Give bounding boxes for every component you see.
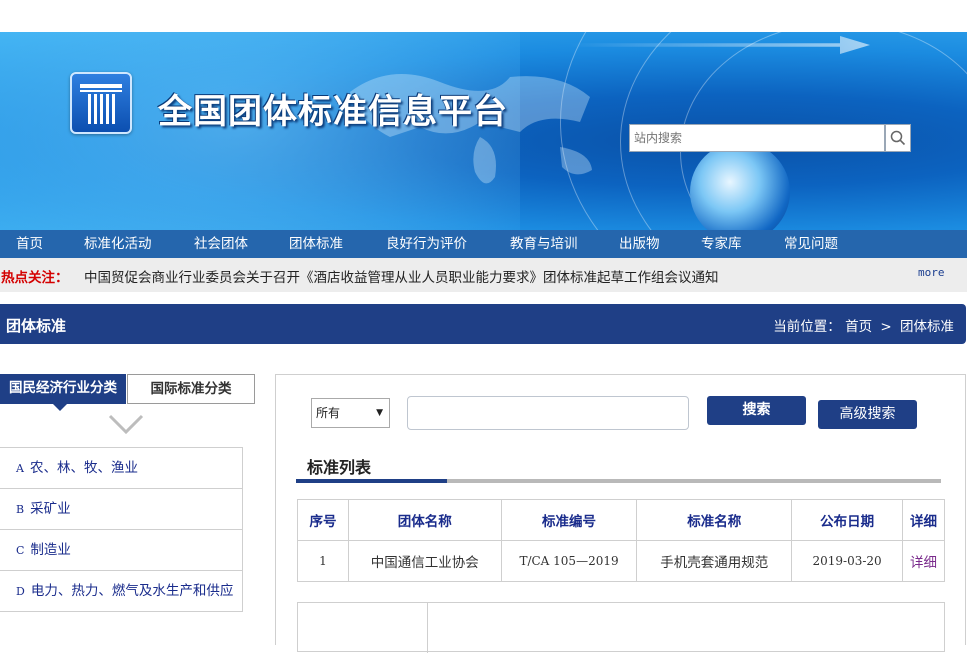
standards-table: 序号 团体名称 标准编号 标准名称 公布日期 详细 1 中国通信工业协会 T/C… [297,499,945,582]
list-title-rule [296,479,941,483]
site-search-input[interactable] [629,124,885,152]
tab-international[interactable]: 国际标准分类 [127,374,255,404]
hot-topics-label: 热点关注： [1,270,69,286]
row-standard-number: T/CA 105—2019 [500,540,638,582]
nav-item-standardization[interactable]: 标准化活动 [84,230,152,258]
table-row: 1 中国通信工业协会 T/CA 105—2019 手机壳套通用规范 2019-0… [297,540,945,582]
breadcrumb-separator: > [880,319,892,335]
breadcrumb-current[interactable]: 团体标准 [900,319,954,335]
site-title: 全国团体标准信息平台 [158,92,508,132]
logo-mark-icon [80,84,122,124]
column-header: 公布日期 [791,499,903,541]
list-title-rule-active [296,479,447,483]
hot-topic-link[interactable]: 中国贸促会商业行业委员会关于召开《酒店收益管理从业人员职业能力要求》团体标准起草… [84,266,719,286]
row-standard-name: 手机壳套通用规范 [636,540,793,582]
tab-national-industry[interactable]: 国民经济行业分类 [0,374,126,411]
nav-item-experts[interactable]: 专家库 [701,230,742,258]
nav-item-good-behavior[interactable]: 良好行为评价 [386,230,467,258]
hot-topics-bar: 热点关注： 中国贸促会商业行业委员会关于召开《酒店收益管理从业人员职业能力要求》… [0,258,967,292]
row-detail-link[interactable]: 详细 [902,540,945,582]
cell-divider [427,603,428,653]
category-code: D [16,585,25,598]
scope-select-value: 所有 [316,406,341,420]
category-name: 农、林、牧、渔业 [29,460,138,476]
section-header: 团体标准 当前位置： 首页 > 团体标准 [0,304,966,344]
nav-item-faq[interactable]: 常见问题 [784,230,838,258]
category-item[interactable]: D 电力、热力、燃气及水生产和供应 [0,571,243,612]
main-nav: 首页 标准化活动 社会团体 团体标准 良好行为评价 教育与培训 出版物 专家库 … [0,230,967,258]
table-header-row: 序号 团体名称 标准编号 标准名称 公布日期 详细 [297,499,945,541]
scope-select[interactable]: 所有 ▼ [311,398,390,428]
advanced-search-button[interactable]: 高级搜索 [818,400,917,429]
category-name: 电力、热力、燃气及水生产和供应 [30,583,234,599]
search-icon [890,130,906,146]
tab-national-industry-label: 国民经济行业分类 [9,380,117,396]
page-title: 团体标准 [6,317,67,335]
category-item[interactable]: B 采矿业 [0,489,243,530]
category-name: 制造业 [30,542,71,558]
breadcrumb: 当前位置： 首页 > 团体标准 [773,315,954,335]
breadcrumb-home[interactable]: 首页 [845,319,872,335]
category-item[interactable]: C 制造业 [0,530,243,571]
category-code: A [16,462,24,475]
row-index: 1 [297,540,349,582]
column-header: 标准名称 [636,499,793,541]
keyword-input[interactable] [407,396,689,430]
site-search [629,124,911,152]
tab-pointer [52,403,68,411]
expand-chevron[interactable] [108,414,144,438]
nav-item-social-groups[interactable]: 社会团体 [194,230,248,258]
site-logo[interactable] [70,72,132,134]
breadcrumb-prefix: 当前位置： [773,319,841,335]
nav-item-publications[interactable]: 出版物 [619,230,660,258]
more-link[interactable]: more [918,266,945,279]
nav-item-group-standards[interactable]: 团体标准 [289,230,343,258]
search-button[interactable]: 搜索 [707,396,806,425]
category-name: 采矿业 [30,501,71,517]
column-header: 详细 [902,499,945,541]
row-organization: 中国通信工业协会 [347,540,502,582]
category-code: B [16,503,25,516]
standards-panel: 所有 ▼ 搜索 高级搜索 标准列表 序号 团体名称 标准编号 标准名称 公布日期… [275,374,966,653]
nav-item-education[interactable]: 教育与培训 [510,230,578,258]
site-search-button[interactable] [885,124,911,152]
caret-down-icon: ▼ [376,408,383,418]
list-title: 标准列表 [307,458,372,477]
row-publish-date: 2019-03-20 [791,540,903,582]
column-header: 序号 [297,499,349,541]
column-header: 团体名称 [347,499,502,541]
chevron-down-icon [108,414,144,435]
column-header: 标准编号 [500,499,638,541]
nav-item-home[interactable]: 首页 [16,230,43,258]
category-item[interactable]: A 农、林、牧、渔业 [0,448,243,489]
category-code: C [16,544,25,557]
category-list: A 农、林、牧、渔业 B 采矿业 C 制造业 D 电力、热力、燃气及水生产和供应 [0,447,243,612]
